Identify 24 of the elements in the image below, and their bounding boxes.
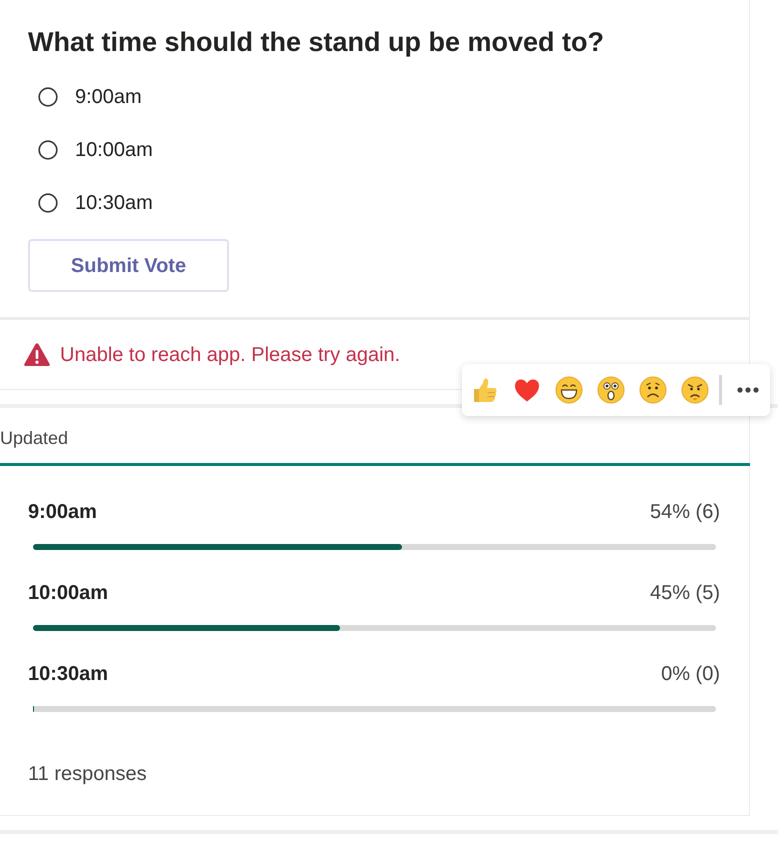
surprised-face-icon[interactable] <box>597 376 625 404</box>
option-label[interactable]: 9:00am <box>75 84 142 110</box>
result-percentage: 54% (6) <box>650 500 720 525</box>
result-percentage: 45% (5) <box>650 581 720 606</box>
poll-question: What time should the stand up be moved to? <box>28 26 604 59</box>
response-count: 11 responses <box>28 762 147 787</box>
option-label[interactable]: 10:00am <box>75 136 153 162</box>
more-icon[interactable] <box>737 387 759 393</box>
result-percentage: 0% (0) <box>661 662 720 687</box>
radio-button[interactable] <box>38 140 58 160</box>
results-status: Updated <box>0 427 68 450</box>
radio-button[interactable] <box>38 86 58 106</box>
sad-face-icon[interactable] <box>639 376 667 404</box>
error-message: Unable to reach app. Please try again. <box>60 342 400 368</box>
result-option-label: 10:30am <box>28 662 108 687</box>
submit-vote-button[interactable]: Submit Vote <box>28 239 229 292</box>
result-option-label: 10:00am <box>28 581 108 606</box>
warning-icon <box>24 342 50 366</box>
option-label[interactable]: 10:30am <box>75 190 153 216</box>
angry-face-icon[interactable] <box>681 376 709 404</box>
thumbs-up-icon[interactable] <box>471 376 499 404</box>
result-option-label: 9:00am <box>28 500 97 525</box>
radio-button[interactable] <box>38 192 58 212</box>
laughing-face-icon[interactable] <box>555 376 583 404</box>
